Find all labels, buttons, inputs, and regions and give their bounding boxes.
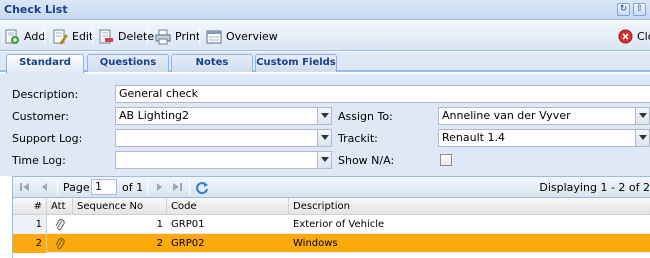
time-log-label: Time Log: — [12, 154, 66, 167]
last-page-icon[interactable] — [171, 181, 183, 193]
checklist-grid: # Att Sequence No Code Description 1 1 G… — [12, 198, 650, 258]
window-title: Check List — [4, 3, 68, 16]
toolbar-separator — [92, 29, 93, 45]
assign-to-label: Assign To: — [338, 110, 393, 123]
page-label: Page — [63, 181, 90, 194]
window-titlebar: Check List ↻ ⇧ — [0, 0, 650, 20]
prev-page-icon[interactable] — [39, 181, 51, 193]
close-circle-icon — [618, 29, 633, 44]
customer-combo[interactable]: AB Lighting2 — [115, 107, 332, 125]
description-cell: Exterior of Vehicle — [293, 219, 385, 230]
standard-form: Description: General check Customer: AB … — [0, 74, 650, 176]
pager-separator — [189, 180, 190, 195]
toolbar-separator — [44, 29, 45, 45]
chevron-down-icon — [321, 113, 329, 118]
code-cell: GRP01 — [171, 219, 205, 230]
pager-separator — [57, 180, 58, 195]
chevron-down-icon — [639, 113, 647, 118]
paging-toolbar: Page 1 of 1 Displaying 1 - 2 of 2 — [12, 176, 650, 198]
edit-button[interactable]: Edit — [52, 28, 93, 45]
table-row[interactable]: 2 2 GRP02 Windows — [13, 234, 650, 253]
show-na-label: Show N/A: — [338, 154, 395, 167]
trackit-dropdown-trigger[interactable] — [635, 130, 649, 146]
overview-window-icon — [206, 30, 222, 43]
print-button-label: Print — [175, 30, 201, 43]
row-number: 2 — [13, 234, 47, 253]
page-count: of 1 — [122, 181, 144, 194]
time-log-combo[interactable] — [115, 151, 332, 169]
edit-document-icon — [53, 29, 68, 45]
first-page-icon[interactable] — [19, 181, 31, 193]
chevron-down-icon — [321, 157, 329, 162]
assign-to-value: Anneline van der Vyver — [442, 109, 571, 122]
delete-button[interactable]: Delete — [98, 28, 154, 45]
tab-notes[interactable]: Notes — [171, 54, 253, 72]
page-number-input[interactable]: 1 — [91, 179, 117, 195]
show-na-checkbox[interactable] — [440, 154, 452, 166]
customer-value: AB Lighting2 — [119, 109, 190, 122]
customer-dropdown-trigger[interactable] — [317, 108, 331, 124]
delete-document-icon — [99, 29, 113, 43]
add-document-icon — [5, 29, 19, 44]
support-log-label: Support Log: — [12, 132, 83, 145]
assign-to-dropdown-trigger[interactable] — [635, 108, 649, 124]
edit-button-label: Edit — [72, 30, 94, 43]
add-button[interactable]: Add — [4, 28, 45, 45]
column-header-number[interactable]: # — [13, 198, 47, 215]
table-row[interactable]: 1 1 GRP01 Exterior of Vehicle — [13, 215, 650, 234]
column-header-description[interactable]: Description — [289, 198, 650, 215]
printer-icon — [155, 29, 171, 44]
time-log-dropdown-trigger[interactable] — [317, 152, 331, 168]
grid-header: # Att Sequence No Code Description — [13, 198, 650, 215]
trackit-label: Trackit: — [338, 132, 378, 145]
tab-strip: Standard Questions Notes Custom Fields — [0, 52, 650, 74]
column-header-code[interactable]: Code — [167, 198, 289, 215]
close-button-label: Close — [637, 30, 650, 43]
toolbar-separator — [147, 29, 148, 45]
add-button-label: Add — [24, 30, 46, 43]
close-button[interactable]: Close — [618, 28, 650, 45]
tab-custom-fields[interactable]: Custom Fields — [255, 54, 337, 72]
overview-button-label: Overview — [226, 30, 278, 43]
overview-button[interactable]: Overview — [206, 28, 278, 45]
collapse-tool-icon[interactable]: ⇧ — [633, 3, 646, 16]
support-log-dropdown-trigger[interactable] — [317, 130, 331, 146]
assign-to-combo[interactable]: Anneline van der Vyver — [438, 107, 650, 125]
tab-standard[interactable]: Standard — [6, 54, 84, 74]
print-button[interactable]: Print — [155, 28, 200, 45]
trackit-value: Renault 1.4 — [442, 131, 505, 144]
refresh-icon[interactable] — [195, 181, 209, 195]
sequence-no-cell: 2 — [156, 238, 163, 249]
toolbar-separator — [199, 29, 200, 45]
next-page-icon[interactable] — [153, 181, 165, 193]
refresh-tool-icon[interactable]: ↻ — [617, 3, 630, 16]
description-field[interactable]: General check — [115, 85, 650, 103]
paperclip-icon — [55, 219, 65, 231]
trackit-combo[interactable]: Renault 1.4 — [438, 129, 650, 147]
tab-questions[interactable]: Questions — [87, 54, 169, 72]
paperclip-icon — [55, 238, 65, 250]
toolbar: Add Edit Delete Print Overview Cl — [0, 21, 650, 51]
column-header-sequence-no[interactable]: Sequence No — [73, 198, 167, 215]
chevron-down-icon — [321, 135, 329, 140]
paging-display-text: Displaying 1 - 2 of 2 — [539, 181, 650, 194]
delete-button-label: Delete — [118, 30, 155, 43]
support-log-combo[interactable] — [115, 129, 332, 147]
description-cell: Windows — [293, 238, 338, 249]
column-header-att[interactable]: Att — [47, 198, 73, 215]
pager-separator — [147, 180, 148, 195]
customer-label: Customer: — [12, 110, 69, 123]
chevron-down-icon — [639, 135, 647, 140]
code-cell: GRP02 — [171, 238, 205, 249]
attachment-cell[interactable] — [47, 234, 73, 253]
row-number: 1 — [13, 215, 47, 234]
sequence-no-cell: 1 — [156, 219, 163, 230]
description-label: Description: — [12, 88, 79, 101]
attachment-cell[interactable] — [47, 215, 73, 234]
